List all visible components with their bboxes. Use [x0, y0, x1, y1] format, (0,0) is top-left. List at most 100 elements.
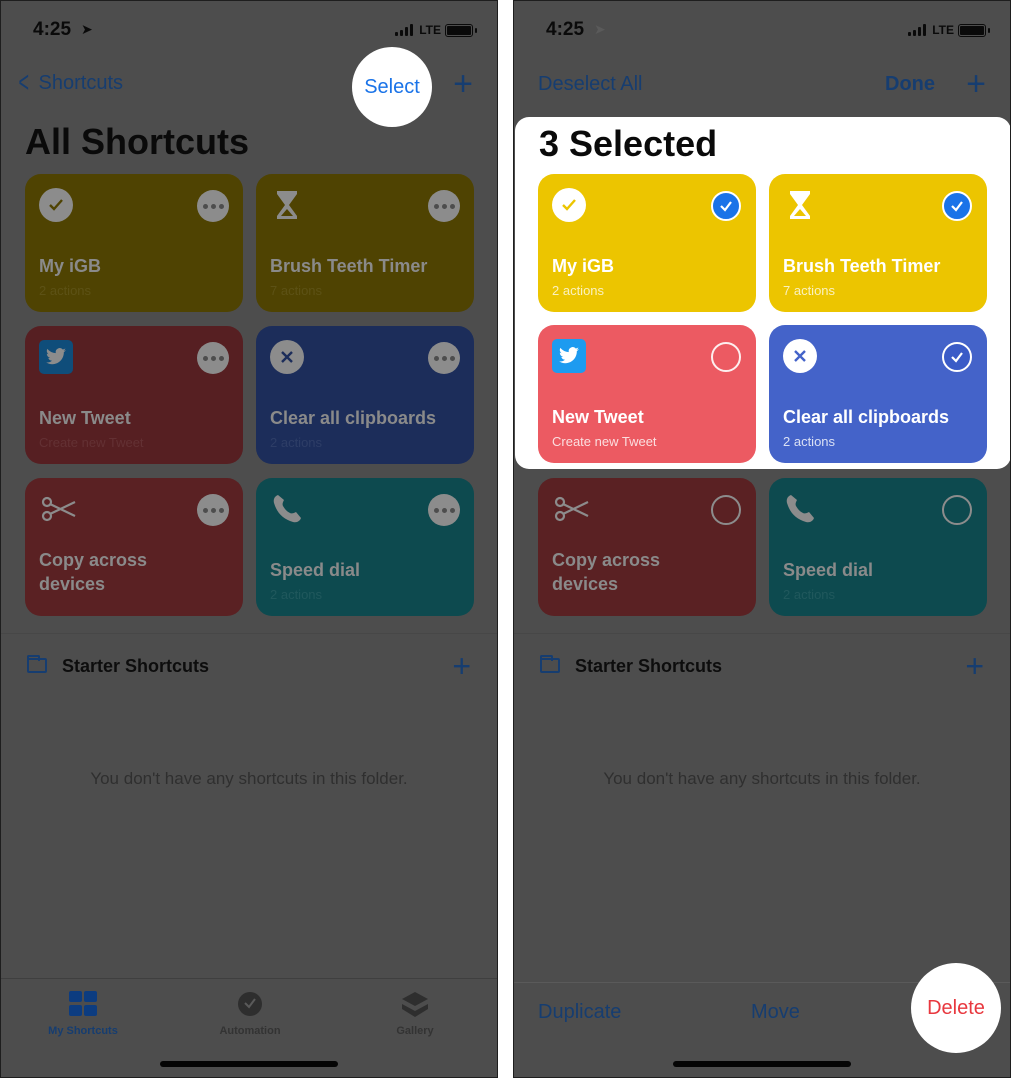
phone-screen-all-shortcuts: 4:25 ➤ LTE < Shortcuts Select + All Shor… — [0, 0, 498, 1078]
status-bar: 4:25 ➤ LTE — [1, 19, 497, 43]
shortcut-subtitle: 7 actions — [783, 283, 836, 298]
shortcut-card-clear-all-clipboards[interactable]: Clear all clipboards 2 actions — [769, 325, 987, 463]
checked-circle-icon — [942, 191, 972, 221]
x-mark-icon — [783, 339, 817, 373]
status-time: 4:25 — [546, 19, 585, 40]
shortcut-card-clear-all-clipboards[interactable]: Clear all clipboards 2 actions — [256, 326, 474, 464]
shortcut-card-speed-dial[interactable]: Speed dial 2 actions — [769, 478, 987, 616]
ellipsis-icon — [433, 203, 455, 209]
selection-toggle[interactable] — [941, 494, 973, 526]
shortcut-subtitle: 2 actions — [270, 435, 323, 450]
phone-screen-selection-mode: 4:25 ➤ LTE Deselect All Done + Copy acro… — [513, 0, 1011, 1078]
done-button[interactable]: Done — [885, 73, 935, 96]
shortcut-name: Clear all clipboards — [783, 407, 950, 427]
more-options-button[interactable] — [428, 494, 460, 526]
ellipsis-icon — [433, 355, 455, 361]
page-title: All Shortcuts — [25, 121, 250, 162]
empty-folder-message: You don't have any shortcuts in this fol… — [90, 769, 408, 788]
selection-toggle[interactable] — [941, 341, 973, 373]
more-options-button[interactable] — [197, 190, 229, 222]
folder-row-starter-shortcuts[interactable]: Starter Shortcuts + — [514, 633, 1010, 697]
selection-toggle[interactable] — [710, 190, 742, 222]
shortcut-subtitle: 2 actions — [270, 587, 323, 602]
add-to-folder-button[interactable]: + — [452, 648, 471, 685]
home-indicator — [673, 1061, 851, 1067]
shortcut-card-new-tweet[interactable]: New Tweet Create new Tweet — [538, 325, 756, 463]
selection-toggle[interactable] — [710, 494, 742, 526]
folder-row-starter-shortcuts[interactable]: Starter Shortcuts + — [1, 633, 497, 697]
shortcut-card-speed-dial[interactable]: Speed dial 2 actions — [256, 478, 474, 616]
shortcut-name: New Tweet — [39, 408, 131, 428]
more-options-button[interactable] — [197, 342, 229, 374]
shortcut-subtitle: Create new Tweet — [552, 434, 657, 449]
more-options-button[interactable] — [197, 494, 229, 526]
shortcut-name: Brush Teeth Timer — [270, 256, 428, 276]
network-type: LTE — [932, 23, 954, 37]
folder-icon — [540, 655, 560, 673]
chevron-left-icon: < — [18, 66, 30, 99]
hourglass-icon — [270, 188, 304, 222]
status-bar: 4:25 ➤ LTE — [514, 19, 1010, 43]
add-shortcut-button[interactable]: + — [453, 67, 473, 101]
empty-folder-message: You don't have any shortcuts in this fol… — [603, 769, 921, 788]
deselect-all-button[interactable]: Deselect All — [538, 73, 643, 96]
more-options-button[interactable] — [428, 342, 460, 374]
grid-icon — [68, 991, 98, 1017]
folder-name: Starter Shortcuts — [575, 656, 723, 676]
navigation-bar: < Shortcuts Select + — [1, 47, 497, 127]
shortcut-card-brush-teeth-timer[interactable]: Brush Teeth Timer 7 actions — [769, 174, 987, 312]
ellipsis-icon — [202, 355, 224, 361]
back-button[interactable]: < Shortcuts — [15, 66, 124, 99]
delete-label: Delete — [927, 996, 985, 1019]
shortcut-name: Copy across devices — [39, 550, 148, 594]
navigation-bar: Deselect All Done + — [514, 67, 1010, 103]
selection-toggle[interactable] — [941, 190, 973, 222]
shortcut-subtitle: 2 actions — [552, 283, 605, 298]
tab-label: Automation — [219, 1025, 281, 1037]
folder-icon — [27, 655, 47, 673]
add-to-folder-button[interactable]: + — [965, 648, 984, 685]
cellular-signal-icon — [908, 24, 926, 36]
shortcut-card-my-igb[interactable]: My iGB 2 actions — [25, 174, 243, 312]
ellipsis-icon — [433, 507, 455, 513]
location-arrow-icon: ➤ — [81, 21, 93, 37]
scissors-icon — [552, 492, 592, 526]
move-button[interactable]: Move — [751, 1001, 800, 1024]
unchecked-circle-icon — [942, 495, 972, 525]
shortcut-card-copy-across-devices[interactable]: Copy across devices — [538, 478, 756, 616]
more-options-button[interactable] — [428, 190, 460, 222]
shortcut-card-my-igb[interactable]: My iGB 2 actions — [538, 174, 756, 312]
ellipsis-icon — [202, 203, 224, 209]
folder-name: Starter Shortcuts — [62, 656, 210, 676]
shortcut-subtitle: 2 actions — [783, 434, 836, 449]
checked-circle-icon — [711, 191, 741, 221]
shortcut-name: Brush Teeth Timer — [783, 256, 941, 276]
hourglass-icon — [783, 188, 817, 222]
select-label: Select — [364, 75, 420, 98]
selected-shortcuts-panel: 3 Selected My iGB 2 actions Brush Teeth … — [515, 117, 1010, 469]
shortcut-name: Copy across devices — [552, 550, 661, 594]
battery-icon — [445, 24, 477, 37]
delete-button[interactable]: Delete — [911, 963, 1001, 1053]
tab-automation[interactable]: Automation — [190, 991, 310, 1037]
duplicate-button[interactable]: Duplicate — [538, 1001, 621, 1024]
add-shortcut-button[interactable]: + — [966, 67, 986, 101]
location-arrow-icon: ➤ — [594, 21, 606, 37]
shortcut-subtitle: 2 actions — [39, 283, 92, 298]
shortcut-card-brush-teeth-timer[interactable]: Brush Teeth Timer 7 actions — [256, 174, 474, 312]
back-label: Shortcuts — [38, 71, 124, 94]
twitter-icon — [39, 340, 73, 374]
phone-icon — [270, 492, 304, 526]
checked-circle-icon — [942, 342, 972, 372]
selection-toggle[interactable] — [710, 341, 742, 373]
select-button[interactable]: Select — [352, 47, 432, 127]
tab-my-shortcuts[interactable]: My Shortcuts — [23, 991, 143, 1037]
shortcut-name: My iGB — [39, 256, 102, 276]
battery-icon — [958, 24, 990, 37]
shortcut-subtitle: 2 actions — [783, 587, 836, 602]
shortcut-card-copy-across-devices[interactable]: Copy across devices — [25, 478, 243, 616]
shortcut-card-new-tweet[interactable]: New Tweet Create new Tweet — [25, 326, 243, 464]
ellipsis-icon — [202, 507, 224, 513]
tab-gallery[interactable]: Gallery — [355, 991, 475, 1037]
tab-label: My Shortcuts — [48, 1025, 118, 1037]
